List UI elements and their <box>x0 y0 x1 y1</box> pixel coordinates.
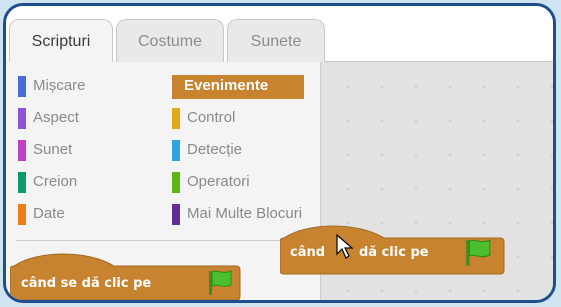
category-control[interactable]: Control <box>172 107 312 129</box>
category-label: Sunet <box>33 141 73 158</box>
category-operatori[interactable]: Operatori <box>172 171 312 193</box>
category-creion[interactable]: Creion <box>18 171 168 193</box>
scratch-editor: Scripturi Costume Sunete Mișcare Aspect … <box>3 3 556 303</box>
category-aspect[interactable]: Aspect <box>18 107 168 129</box>
category-label: Mișcare <box>33 77 86 94</box>
category-label: Aspect <box>33 109 79 126</box>
mouse-pointer-icon <box>336 233 358 265</box>
category-label: Creion <box>33 173 78 190</box>
category-swatch <box>18 108 26 129</box>
category-swatch <box>172 140 180 161</box>
tab-scripturi[interactable]: Scripturi <box>9 19 113 62</box>
tab-sunete[interactable]: Sunete <box>227 19 325 62</box>
script-hat-block[interactable]: când dă clic pe <box>280 224 506 276</box>
category-label: Operatori <box>187 173 250 190</box>
category-date[interactable]: Date <box>18 203 168 225</box>
category-swatch <box>172 172 180 193</box>
category-label: Detecție <box>187 141 243 158</box>
category-mai-multe-blocuri[interactable]: Mai Multe Blocuri <box>172 203 320 225</box>
script-hat-text-before: când <box>290 245 326 260</box>
tab-costume[interactable]: Costume <box>116 19 224 62</box>
category-label: Mai Multe Blocuri <box>187 205 303 222</box>
block-palette: Mișcare Aspect Sunet Creion Date Evenime… <box>6 62 320 300</box>
category-detectie[interactable]: Detecție <box>172 139 312 161</box>
category-label: Date <box>33 205 65 222</box>
palette-hat-text: când se dă clic pe <box>21 276 152 291</box>
category-sunet[interactable]: Sunet <box>18 139 168 161</box>
script-hat-text-after: dă clic pe <box>359 245 429 260</box>
category-miscare[interactable]: Mișcare <box>18 75 168 97</box>
category-swatch <box>18 172 26 193</box>
category-swatch <box>172 108 180 129</box>
category-evenimente[interactable]: Evenimente <box>172 75 304 99</box>
tab-bar: Scripturi Costume Sunete <box>6 6 553 62</box>
palette-divider <box>16 240 320 241</box>
palette-hat-block[interactable]: când se dă clic pe <box>10 252 242 300</box>
category-label: Control <box>187 109 236 126</box>
category-swatch <box>18 76 26 97</box>
category-label: Evenimente <box>184 77 269 94</box>
category-swatch <box>18 140 26 161</box>
category-swatch <box>18 204 26 225</box>
category-swatch <box>172 204 180 225</box>
